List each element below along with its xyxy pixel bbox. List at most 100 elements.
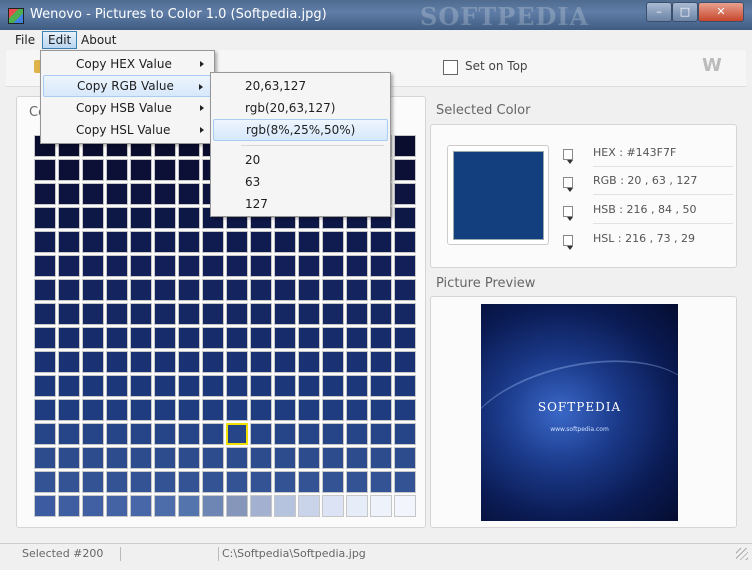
color-cell[interactable] — [322, 471, 344, 493]
color-cell[interactable] — [58, 183, 80, 205]
color-cell[interactable] — [130, 183, 152, 205]
color-cell[interactable] — [130, 231, 152, 253]
color-cell[interactable] — [322, 423, 344, 445]
color-cell[interactable] — [274, 231, 296, 253]
color-cell[interactable] — [394, 159, 416, 181]
color-cell[interactable] — [178, 159, 200, 181]
color-cell[interactable] — [298, 423, 320, 445]
color-cell[interactable] — [346, 375, 368, 397]
color-cell[interactable] — [178, 471, 200, 493]
resize-grip[interactable] — [736, 548, 748, 560]
color-cell[interactable] — [106, 159, 128, 181]
color-cell[interactable] — [370, 423, 392, 445]
color-cell[interactable] — [394, 207, 416, 229]
color-cell[interactable] — [58, 255, 80, 277]
color-cell[interactable] — [154, 423, 176, 445]
color-cell[interactable] — [274, 447, 296, 469]
color-cell[interactable] — [34, 183, 56, 205]
color-cell[interactable] — [226, 231, 248, 253]
color-cell[interactable] — [154, 255, 176, 277]
color-cell[interactable] — [394, 423, 416, 445]
color-cell[interactable] — [106, 423, 128, 445]
color-cell[interactable] — [298, 447, 320, 469]
color-cell[interactable] — [322, 447, 344, 469]
color-cell[interactable] — [370, 495, 392, 517]
color-cell[interactable] — [154, 207, 176, 229]
color-cell[interactable] — [154, 303, 176, 325]
color-cell[interactable] — [202, 351, 224, 373]
color-cell[interactable] — [226, 279, 248, 301]
color-cell[interactable] — [154, 327, 176, 349]
color-cell[interactable] — [34, 231, 56, 253]
color-cell[interactable] — [82, 159, 104, 181]
color-cell[interactable] — [298, 495, 320, 517]
color-cell[interactable] — [106, 399, 128, 421]
color-cell[interactable] — [58, 207, 80, 229]
color-cell[interactable] — [58, 471, 80, 493]
color-cell[interactable] — [178, 255, 200, 277]
color-cell[interactable] — [34, 351, 56, 373]
color-cell[interactable] — [154, 471, 176, 493]
color-cell[interactable] — [226, 495, 248, 517]
color-cell[interactable] — [178, 207, 200, 229]
color-cell[interactable] — [298, 351, 320, 373]
color-cell[interactable] — [202, 231, 224, 253]
hsl-row[interactable]: HSL : 216 , 73 , 29 — [563, 231, 723, 253]
green-value-item[interactable]: 63 — [213, 171, 388, 193]
color-cell[interactable] — [226, 399, 248, 421]
color-cell[interactable] — [130, 159, 152, 181]
color-cell[interactable] — [178, 231, 200, 253]
color-cell[interactable] — [130, 399, 152, 421]
color-cell[interactable] — [106, 351, 128, 373]
color-cell[interactable] — [58, 375, 80, 397]
color-cell[interactable] — [370, 231, 392, 253]
color-cell[interactable] — [274, 471, 296, 493]
color-cell[interactable] — [394, 375, 416, 397]
color-cell[interactable] — [82, 399, 104, 421]
color-cell[interactable] — [370, 375, 392, 397]
color-cell[interactable] — [58, 495, 80, 517]
rgb-function-item[interactable]: rgb(20,63,127) — [213, 97, 388, 119]
color-cell[interactable] — [130, 471, 152, 493]
copy-icon[interactable] — [563, 149, 573, 164]
selected-color-cell[interactable] — [226, 423, 248, 445]
color-cell[interactable] — [178, 279, 200, 301]
color-cell[interactable] — [106, 231, 128, 253]
color-cell[interactable] — [250, 375, 272, 397]
color-cell[interactable] — [58, 423, 80, 445]
color-cell[interactable] — [322, 399, 344, 421]
color-cell[interactable] — [226, 255, 248, 277]
color-cell[interactable] — [298, 399, 320, 421]
minimize-button[interactable]: – — [646, 2, 672, 22]
color-cell[interactable] — [346, 423, 368, 445]
color-cell[interactable] — [250, 471, 272, 493]
color-cell[interactable] — [346, 255, 368, 277]
close-button[interactable]: ✕ — [698, 2, 744, 22]
color-cell[interactable] — [346, 471, 368, 493]
color-cell[interactable] — [130, 495, 152, 517]
color-cell[interactable] — [370, 303, 392, 325]
color-cell[interactable] — [130, 255, 152, 277]
color-cell[interactable] — [250, 351, 272, 373]
color-cell[interactable] — [106, 303, 128, 325]
copy-icon[interactable] — [563, 177, 573, 192]
color-cell[interactable] — [274, 423, 296, 445]
color-cell[interactable] — [58, 399, 80, 421]
color-cell[interactable] — [394, 135, 416, 157]
color-cell[interactable] — [298, 255, 320, 277]
color-cell[interactable] — [58, 279, 80, 301]
color-cell[interactable] — [34, 375, 56, 397]
color-cell[interactable] — [178, 495, 200, 517]
color-cell[interactable] — [34, 159, 56, 181]
color-cell[interactable] — [370, 279, 392, 301]
color-cell[interactable] — [178, 399, 200, 421]
color-cell[interactable] — [154, 351, 176, 373]
color-cell[interactable] — [130, 375, 152, 397]
color-cell[interactable] — [58, 159, 80, 181]
color-cell[interactable] — [322, 375, 344, 397]
color-cell[interactable] — [130, 423, 152, 445]
color-cell[interactable] — [346, 351, 368, 373]
color-cell[interactable] — [106, 327, 128, 349]
color-cell[interactable] — [370, 399, 392, 421]
copy-icon[interactable] — [563, 206, 573, 221]
